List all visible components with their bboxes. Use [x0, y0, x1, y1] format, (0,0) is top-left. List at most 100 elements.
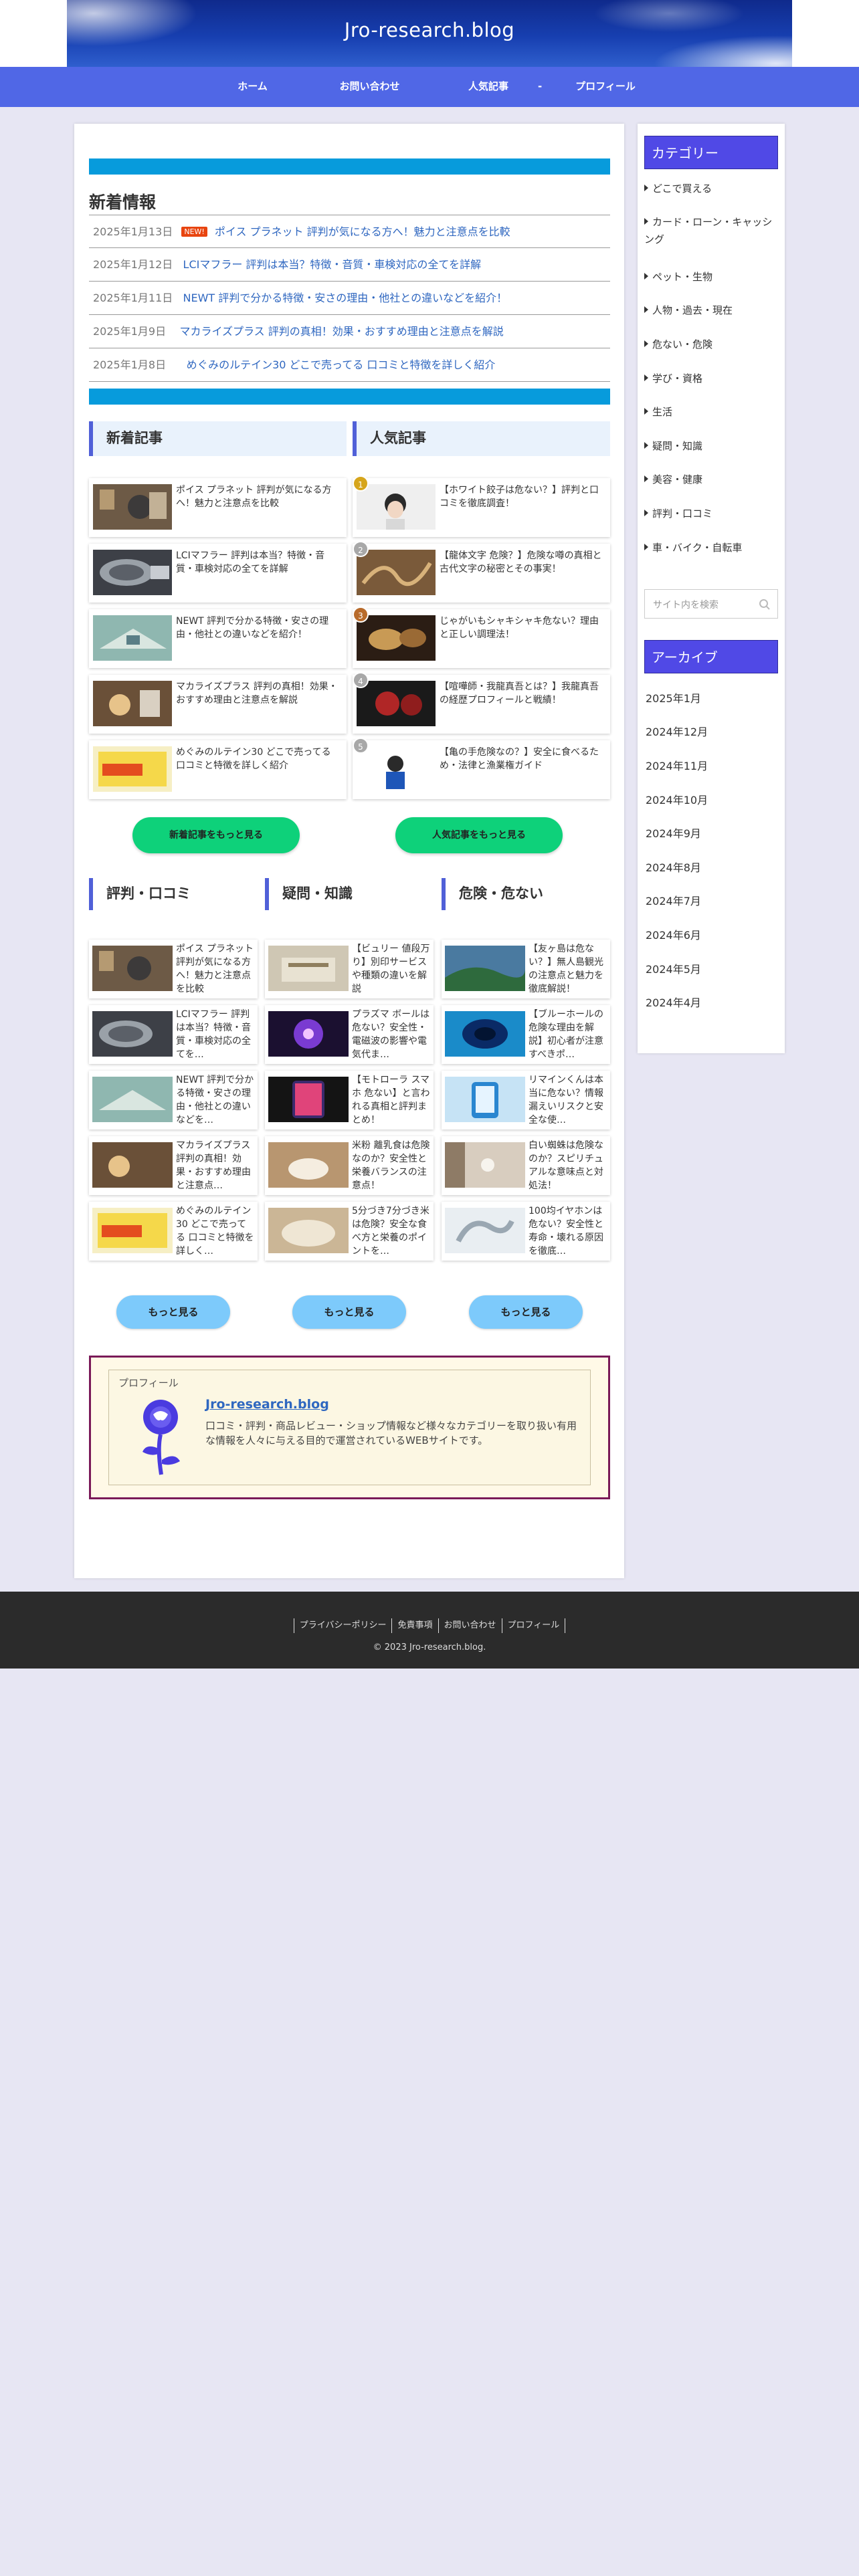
sidebar-archive-item[interactable]: 2024年5月 — [646, 960, 701, 976]
card-title: 【喧嘩師・我龍真吾とは？】我龍真吾の経歴プロフィールと戦績！ — [440, 681, 599, 706]
more-danger-button[interactable]: もっと見る — [469, 1295, 583, 1329]
sidebar-category-item[interactable]: 学び・資格 — [644, 370, 778, 387]
popular-article-card[interactable]: 2 【龍体文字 危険？】危険な噂の真相と古代文字の秘密とその事実！ — [353, 541, 610, 603]
chevron-right-icon — [644, 475, 648, 482]
column-heading-danger: 危険・危ない — [442, 878, 610, 910]
sidebar-category-item[interactable]: 生活 — [644, 403, 778, 421]
card-title: リマインくんは本当に危ない？情報漏えいリスクと安全な使… — [529, 1075, 603, 1125]
footer-link-disclaimer[interactable]: 免責事項 — [391, 1618, 438, 1633]
sidebar-category-item[interactable]: 車・バイク・自転車 — [644, 539, 778, 556]
column-article-card[interactable]: 【ビュリー 値段万り】別印サービスや種類の違いを解説 — [265, 940, 434, 998]
nav-item-popular[interactable]: 人気記事 — [455, 67, 522, 107]
sidebar-archive-item[interactable]: 2025年1月 — [646, 689, 701, 706]
column-article-card[interactable]: 100均イヤホンは危ない？安全性と寿命・壊れる原因を徹底… — [442, 1202, 610, 1261]
sidebar-category-item[interactable]: 人物・過去・現在 — [644, 302, 778, 319]
popular-article-card[interactable]: 3 じゃがいもシャキシャキ危ない？理由と正しい調理法！ — [353, 607, 610, 668]
article-thumbnail — [445, 1077, 525, 1122]
article-thumbnail — [92, 1142, 173, 1188]
column-article-card[interactable]: めぐみのルテイン30 どこで売ってる 口コミと特徴を詳しく… — [89, 1202, 258, 1261]
column-article-card[interactable]: 【モトローラ スマホ 危ない】と言われる真相と評判まとめ！ — [265, 1071, 434, 1130]
column-article-card[interactable]: NEWT 評判で分かる特徴・安さの理由・他社との違いなどを… — [89, 1071, 258, 1130]
card-title: 白い蜘蛛は危険なのか？スピリチュアルな意味点と対処法！ — [529, 1140, 603, 1191]
news-title[interactable]: ポイス プラネット 評判が気になる方へ！魅力と注意点を比較 — [215, 225, 510, 238]
sidebar-category-item[interactable]: 評判・口コミ — [644, 505, 778, 522]
copyright: © 2023 Jro-research.blog. — [373, 1642, 486, 1652]
more-reviews-button[interactable]: もっと見る — [116, 1295, 230, 1329]
column-article-card[interactable]: 5分づき7分づき米は危険？安全な食べ方と栄養のポイントを… — [265, 1202, 434, 1261]
news-title[interactable]: NEWT 評判で分かる特徴・安さの理由・他社との違いなどを紹介！ — [183, 292, 508, 304]
article-thumbnail — [445, 1208, 525, 1253]
popular-article-card[interactable]: 1 【ホワイト餃子は危ない？】評判と口コミを徹底調査！ — [353, 475, 610, 537]
sidebar-category-item[interactable]: どこで買える — [644, 180, 778, 197]
popular-article-card[interactable]: 5 【亀の手危険なの？】安全に食べるため・法律と漁業権ガイド — [353, 738, 610, 799]
sidebar-archive-item[interactable]: 2024年8月 — [646, 859, 701, 875]
category-label: カード・ローン・キャッシング — [644, 216, 773, 245]
nav-item-profile[interactable]: プロフィール — [565, 67, 646, 107]
article-thumbnail — [92, 1208, 173, 1253]
news-item[interactable]: 2025年1月12日 LCIマフラー 評判は本当？特徴・音質・車検対応の全てを詳… — [89, 248, 610, 282]
news-item[interactable]: 2025年1月13日 NEW! ポイス プラネット 評判が気になる方へ！魅力と注… — [89, 215, 610, 248]
column-article-card[interactable]: プラズマ ボールは危ない？安全性・電磁波の影響や電気代ま… — [265, 1005, 434, 1064]
news-item[interactable]: 2025年1月11日 NEWT 評判で分かる特徴・安さの理由・他社との違いなどを… — [89, 282, 610, 315]
search-placeholder: サイト内を検索 — [653, 600, 719, 611]
category-label: 美容・健康 — [652, 473, 703, 486]
news-item[interactable]: 2025年1月8日 めぐみのルテイン30 どこで売ってる 口コミと特徴を詳しく紹… — [89, 348, 610, 382]
column-article-card[interactable]: 【友ヶ島は危ない？】無人島観光の注意点と魅力を徹底解説！ — [442, 940, 610, 998]
nav-separator: - — [538, 80, 543, 92]
header-banner[interactable]: Jro-research.blog — [67, 0, 792, 67]
sidebar-archive-item[interactable]: 2024年9月 — [646, 825, 701, 841]
search-icon[interactable] — [759, 599, 771, 611]
sidebar-archive-item[interactable]: 2024年10月 — [646, 791, 708, 807]
column-article-card[interactable]: リマインくんは本当に危ない？情報漏えいリスクと安全な使… — [442, 1071, 610, 1130]
sidebar-archive-item[interactable]: 2024年7月 — [646, 892, 701, 908]
footer-link-profile[interactable]: プロフィール — [501, 1618, 566, 1633]
latest-article-card[interactable]: LCIマフラー 評判は本当？特徴・音質・車検対応の全てを詳解 — [89, 544, 347, 603]
category-label: 評判・口コミ — [652, 508, 713, 520]
news-title[interactable]: めぐみのルテイン30 どこで売ってる 口コミと特徴を詳しく紹介 — [187, 358, 496, 371]
column-article-card[interactable]: LCIマフラー 評判は本当？特徴・音質・車検対応の全てを… — [89, 1005, 258, 1064]
nav-item-contact[interactable]: お問い合わせ — [328, 67, 411, 107]
column-article-card[interactable]: 米粉 離乳食は危険なのか？安全性と栄養バランスの注意点！ — [265, 1136, 434, 1195]
latest-article-card[interactable]: マカライズプラス 評判の真相！効果・おすすめ理由と注意点を解説 — [89, 675, 347, 734]
column-article-card[interactable]: ポイス プラネット 評判が気になる方へ！魅力と注意点を比較 — [89, 940, 258, 998]
column-article-card[interactable]: 【ブルーホールの危険な理由を解説】初心者が注意すべきポ… — [442, 1005, 610, 1064]
profile-label: プロフィール — [118, 1377, 179, 1389]
sidebar-category-item[interactable]: 美容・健康 — [644, 471, 778, 488]
footer-link-privacy[interactable]: プライバシーポリシー — [293, 1618, 392, 1633]
column-article-card[interactable]: マカライズプラス 評判の真相！効果・おすすめ理由と注意点… — [89, 1136, 258, 1195]
news-bottom-bar — [89, 389, 610, 405]
column-article-card[interactable]: 白い蜘蛛は危険なのか？スピリチュアルな意味点と対処法！ — [442, 1136, 610, 1195]
article-thumbnail — [93, 681, 172, 726]
news-title[interactable]: マカライズプラス 評判の真相！効果・おすすめ理由と注意点を解説 — [179, 325, 503, 338]
nav-item-home[interactable]: ホーム — [221, 67, 284, 107]
popular-article-card[interactable]: 4 【喧嘩師・我龍真吾とは？】我龍真吾の経歴プロフィールと戦績！ — [353, 672, 610, 734]
column-heading-reviews: 評判・口コミ — [89, 878, 258, 910]
news-item[interactable]: 2025年1月9日 マカライズプラス 評判の真相！効果・おすすめ理由と注意点を解… — [89, 315, 610, 348]
profile-name[interactable]: Jro-research.blog — [205, 1397, 329, 1412]
card-title: 【モトローラ スマホ 危ない】と言われる真相と評判まとめ！ — [352, 1075, 430, 1125]
sidebar-category-item[interactable]: 疑問・知識 — [644, 437, 778, 455]
footer-link-contact[interactable]: お問い合わせ — [438, 1618, 502, 1633]
sidebar-category-item[interactable]: カード・ローン・キャッシング — [644, 213, 778, 248]
latest-article-card[interactable]: NEWT 評判で分かる特徴・安さの理由・他社との違いなどを紹介！ — [89, 609, 347, 668]
sidebar-archive-item[interactable]: 2024年12月 — [646, 723, 708, 739]
site-title[interactable]: Jro-research.blog — [67, 19, 792, 41]
sidebar-category-item[interactable]: ペット・生物 — [644, 268, 778, 286]
category-label: 人物・過去・現在 — [652, 304, 733, 316]
news-title[interactable]: LCIマフラー 評判は本当？特徴・音質・車検対応の全てを詳解 — [183, 258, 482, 271]
latest-article-card[interactable]: めぐみのルテイン30 どこで売ってる 口コミと特徴を詳しく紹介 — [89, 740, 347, 799]
sidebar-archive-item[interactable]: 2024年11月 — [646, 757, 708, 773]
category-label: どこで買える — [652, 183, 712, 195]
search-input[interactable]: サイト内を検索 — [644, 589, 778, 619]
more-knowledge-button[interactable]: もっと見る — [292, 1295, 406, 1329]
more-popular-button[interactable]: 人気記事をもっと見る — [395, 817, 563, 853]
more-latest-button[interactable]: 新着記事をもっと見る — [132, 817, 300, 853]
latest-article-card[interactable]: ポイス プラネット 評判が気になる方へ！魅力と注意点を比較 — [89, 478, 347, 537]
category-label: 危ない・危険 — [652, 338, 713, 350]
sidebar-archive-item[interactable]: 2024年6月 — [646, 926, 701, 942]
category-label: ペット・生物 — [652, 271, 713, 283]
card-title: 【ホワイト餃子は危ない？】評判と口コミを徹底調査！ — [440, 485, 599, 509]
sidebar-category-item[interactable]: 危ない・危険 — [644, 336, 778, 353]
sidebar-archive-item[interactable]: 2024年4月 — [646, 994, 701, 1010]
article-thumbnail — [93, 615, 172, 661]
